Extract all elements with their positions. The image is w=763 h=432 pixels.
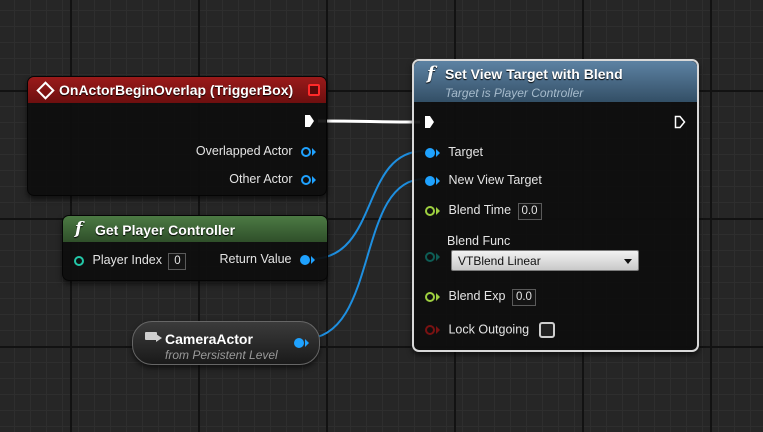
pin-target[interactable]: Target: [425, 145, 483, 159]
object-pin-icon[interactable]: [425, 147, 435, 158]
event-node-header: OnActorBeginOverlap (TriggerBox): [28, 77, 326, 103]
set-view-target-node[interactable]: f Set View Target with Blend Target is P…: [412, 59, 699, 352]
function-icon: f: [427, 63, 435, 84]
pin-label: Blend Time: [448, 203, 512, 217]
exec-wire: [317, 119, 421, 124]
camera-actor-node[interactable]: CameraActor from Persistent Level: [132, 321, 320, 365]
exec-out-pin[interactable]: [674, 115, 686, 129]
pin-label: Player Index: [92, 253, 162, 267]
event-node-overlap[interactable]: OnActorBeginOverlap (TriggerBox) Overlap…: [27, 76, 327, 196]
pin-label: Blend Func: [447, 234, 511, 248]
pin-label: Return Value: [219, 252, 292, 266]
get-player-controller-node[interactable]: f Get Player Controller Player Index 0 R…: [62, 215, 328, 281]
lock-outgoing-checkbox[interactable]: [538, 322, 555, 338]
bool-pin-icon[interactable]: [425, 325, 435, 335]
pin-new-view-target[interactable]: New View Target: [425, 173, 542, 187]
event-diamond-icon: [36, 81, 55, 100]
pin-other-actor[interactable]: Other Actor: [229, 172, 316, 186]
camera-output-pin[interactable]: [294, 334, 309, 352]
get-pc-title: Get Player Controller: [95, 222, 236, 238]
pin-label: Target: [448, 145, 483, 159]
object-pin-icon[interactable]: [301, 174, 311, 185]
exec-in-pin[interactable]: [425, 116, 434, 128]
pin-player-index[interactable]: Player Index 0: [74, 253, 187, 270]
camera-lens-icon: [156, 334, 162, 342]
event-node-title: OnActorBeginOverlap (TriggerBox): [59, 82, 294, 98]
pin-label: Lock Outgoing: [448, 322, 530, 337]
blend-exp-input[interactable]: 0.0: [511, 289, 536, 306]
pin-blend-exp[interactable]: Blend Exp 0.0: [425, 289, 536, 306]
pin-blend-func-label: Blend Func: [447, 234, 510, 248]
set-view-title: Set View Target with Blend: [445, 66, 623, 82]
camera-actor-subtitle: from Persistent Level: [165, 348, 278, 362]
camera-actor-title: CameraActor: [165, 331, 253, 347]
pin-label: Overlapped Actor: [195, 144, 293, 158]
pin-blend-time[interactable]: Blend Time 0.0: [425, 203, 542, 220]
exec-out-pin[interactable]: [305, 115, 314, 127]
player-index-input[interactable]: 0: [168, 253, 187, 270]
blend-func-dropdown[interactable]: VTBlend Linear: [451, 250, 639, 271]
pin-label: Blend Exp: [448, 289, 506, 303]
delegate-pin-icon[interactable]: [308, 84, 320, 96]
set-view-header: f Set View Target with Blend Target is P…: [414, 61, 697, 102]
pin-label: Other Actor: [229, 172, 293, 186]
int-pin-icon[interactable]: [74, 255, 84, 266]
object-pin-icon[interactable]: [301, 146, 311, 157]
float-pin-icon[interactable]: [425, 291, 435, 302]
object-pin-icon[interactable]: [300, 254, 310, 265]
chevron-down-icon: [624, 259, 632, 264]
pin-lock-outgoing[interactable]: Lock Outgoing: [425, 322, 555, 338]
set-view-subtitle: Target is Player Controller: [445, 86, 584, 100]
blend-func-value: VTBlend Linear: [458, 254, 541, 268]
function-icon: f: [75, 219, 83, 239]
get-pc-header: f Get Player Controller: [63, 216, 327, 242]
pin-label: New View Target: [448, 173, 542, 187]
object-pin-icon[interactable]: [425, 175, 435, 186]
blend-time-input[interactable]: 0.0: [517, 203, 542, 220]
pin-overlapped-actor[interactable]: Overlapped Actor: [196, 144, 316, 158]
float-pin-icon[interactable]: [425, 205, 435, 216]
enum-pin-icon[interactable]: [425, 248, 440, 266]
pin-return-value[interactable]: Return Value: [219, 252, 315, 266]
